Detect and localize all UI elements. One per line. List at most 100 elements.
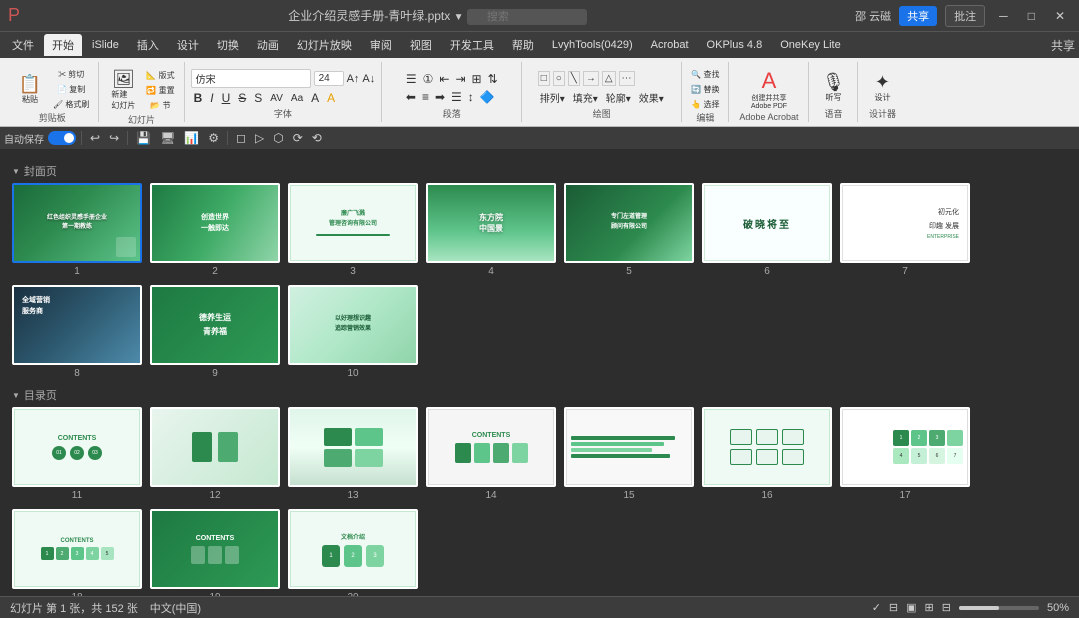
line-spacing-button[interactable]: ↕ [466,89,476,105]
slide-thumb-16[interactable] [702,407,832,487]
slide-item-14[interactable]: CONTENTS 14 [426,407,556,501]
slide-item-3[interactable]: 廉广飞溅管理咨询有限公司 3 [288,183,418,277]
menu-animation[interactable]: 动画 [249,34,287,56]
fontcolor-button[interactable]: A [308,90,322,106]
share-button[interactable]: 共享 [899,6,937,26]
shadow-button[interactable]: S [251,90,265,106]
line-shape[interactable]: ╲ [568,71,580,86]
italic-button[interactable]: I [207,90,216,106]
highlight-button[interactable]: A [324,90,338,106]
find-button[interactable]: 🔍 查找 [688,68,722,81]
convert-smartart-button[interactable]: 🔷 [478,89,497,105]
arrow-shape[interactable]: → [583,71,599,86]
slide-thumb-2[interactable]: 创造世界一触即达 [150,183,280,263]
settings-button-qa[interactable]: ⚙ [205,130,222,146]
slide-sorter-btn[interactable]: ⊟ [942,601,951,614]
layout-button[interactable]: 📐 版式 [143,69,177,82]
cut-button[interactable]: ✂ 剪切 [50,68,92,81]
circle-shape[interactable]: ○ [553,71,565,86]
slide-item-2[interactable]: 创造世界一触即达 2 [150,183,280,277]
slide-item-20[interactable]: 文档介绍 1 2 3 20 [288,509,418,596]
font-name-dropdown[interactable]: 仿宋 [191,69,311,88]
slide-item-10[interactable]: 以好理想识趣追踪营销效果 10 [288,285,418,379]
align-center-button[interactable]: ≡ [420,89,431,105]
slide-thumb-13[interactable] [288,407,418,487]
shapes-btn-2[interactable]: ▷ [252,130,267,146]
reset-button[interactable]: 🔁 重置 [143,84,177,97]
menu-home[interactable]: 开始 [44,34,82,56]
slide-thumb-4[interactable]: 东方院中国景 [426,183,556,263]
slide-item-8[interactable]: 全域营销服务商 8 [12,285,142,379]
slide-thumb-14[interactable]: CONTENTS [426,407,556,487]
menu-help[interactable]: 帮助 [504,34,542,56]
bold-button[interactable]: B [191,90,206,106]
section-button[interactable]: 📂 节 [143,99,177,112]
dropdown-icon[interactable]: ▼ [454,12,464,23]
slide-thumb-9[interactable]: 德养生运青养福 [150,285,280,365]
paste-button[interactable]: 📋 粘贴 [12,73,48,107]
copy-button[interactable]: 📄 复制 [50,83,92,96]
slide-item-15[interactable]: 15 [564,407,694,501]
slide-item-17[interactable]: 1 2 3 4 5 6 7 17 [840,407,970,501]
chart-button[interactable]: 📊 [181,130,202,146]
view-slide-btn[interactable]: ▣ [906,601,916,614]
slide-thumb-17[interactable]: 1 2 3 4 5 6 7 [840,407,970,487]
menu-switch[interactable]: 切换 [209,34,247,56]
text-direction-button[interactable]: ⇅ [486,71,500,87]
shape-fill-button[interactable]: 填充▾ [570,89,601,106]
menu-acrobat[interactable]: Acrobat [643,36,697,54]
new-slide-button[interactable]: 🖼 新建幻灯片 [105,68,141,113]
shapes-btn-3[interactable]: ⬡ [270,130,286,146]
format-brush-button[interactable]: 🖌 格式刷 [50,98,92,111]
slide-item-6[interactable]: 破晓将至 6 [702,183,832,277]
section-muluye[interactable]: 目录页 [12,387,1067,403]
font-size-down[interactable]: A↓ [362,73,375,85]
align-left-button[interactable]: ⬅ [404,89,418,105]
zoom-slider[interactable] [959,606,1039,610]
justify-button[interactable]: ☰ [449,89,464,105]
comment-button[interactable]: 批注 [945,5,985,27]
create-pdf-button[interactable]: A 创建并共享Adobe PDF [747,68,791,112]
shapes-btn-4[interactable]: ⟳ [290,130,306,146]
menu-devtools[interactable]: 开发工具 [442,34,502,56]
slide-thumb-20[interactable]: 文档介绍 1 2 3 [288,509,418,589]
menu-lvyhtools[interactable]: LvyhTools(0429) [544,36,641,54]
design-button[interactable]: ✦ 设计 [864,71,900,105]
shape-outline-button[interactable]: 轮廓▾ [603,89,634,106]
menu-review[interactable]: 审阅 [362,34,400,56]
slide-thumb-1[interactable]: 红色组织灵感手册企业第一期教练 [12,183,142,263]
slide-item-12[interactable]: 12 [150,407,280,501]
slide-thumb-7[interactable]: 初元化印趣 发展 ENTERPRISE [840,183,970,263]
arrange-button[interactable]: 排列▾ [537,89,568,106]
close-btn[interactable]: ✕ [1049,9,1071,23]
font-size-input[interactable]: 24 [314,71,344,86]
rect-shape[interactable]: □ [538,71,550,86]
menu-slideshow[interactable]: 幻灯片放映 [289,34,360,56]
indent-decrease-button[interactable]: ⇤ [437,71,451,87]
slide-thumb-12[interactable] [150,407,280,487]
slide-item-5[interactable]: 专门左道管理顾问有限公司 5 [564,183,694,277]
shape-more[interactable]: ⋯ [619,71,635,86]
slide-thumb-10[interactable]: 以好理想识趣追踪营销效果 [288,285,418,365]
column-button[interactable]: ⊞ [470,71,484,87]
indent-increase-button[interactable]: ⇥ [453,71,467,87]
menu-insert[interactable]: 插入 [129,34,167,56]
accessibility-btn[interactable]: ✓ [872,601,881,614]
slide-thumb-11[interactable]: CONTENTS 01 02 03 [12,407,142,487]
minimize-btn[interactable]: ─ [993,9,1014,23]
search-input[interactable] [467,9,587,25]
align-right-button[interactable]: ➡ [433,89,447,105]
menu-okplus[interactable]: OKPlus 4.8 [699,36,771,54]
select-button[interactable]: 👆 选择 [688,98,722,111]
slide-thumb-5[interactable]: 专门左道管理顾问有限公司 [564,183,694,263]
shapes-btn-1[interactable]: ◻ [233,130,249,146]
section-fengmianye[interactable]: 封面页 [12,163,1067,179]
triangle-shape[interactable]: △ [602,71,616,86]
slide-thumb-8[interactable]: 全域营销服务商 [12,285,142,365]
underline-button[interactable]: U [219,90,234,106]
fontcase-button[interactable]: Aa [288,92,306,105]
slide-item-1[interactable]: 红色组织灵感手册企业第一期教练 1 [12,183,142,277]
slide-item-11[interactable]: CONTENTS 01 02 03 11 [12,407,142,501]
redo-button[interactable]: ↪ [106,130,122,146]
shapes-btn-5[interactable]: ⟲ [309,130,325,146]
